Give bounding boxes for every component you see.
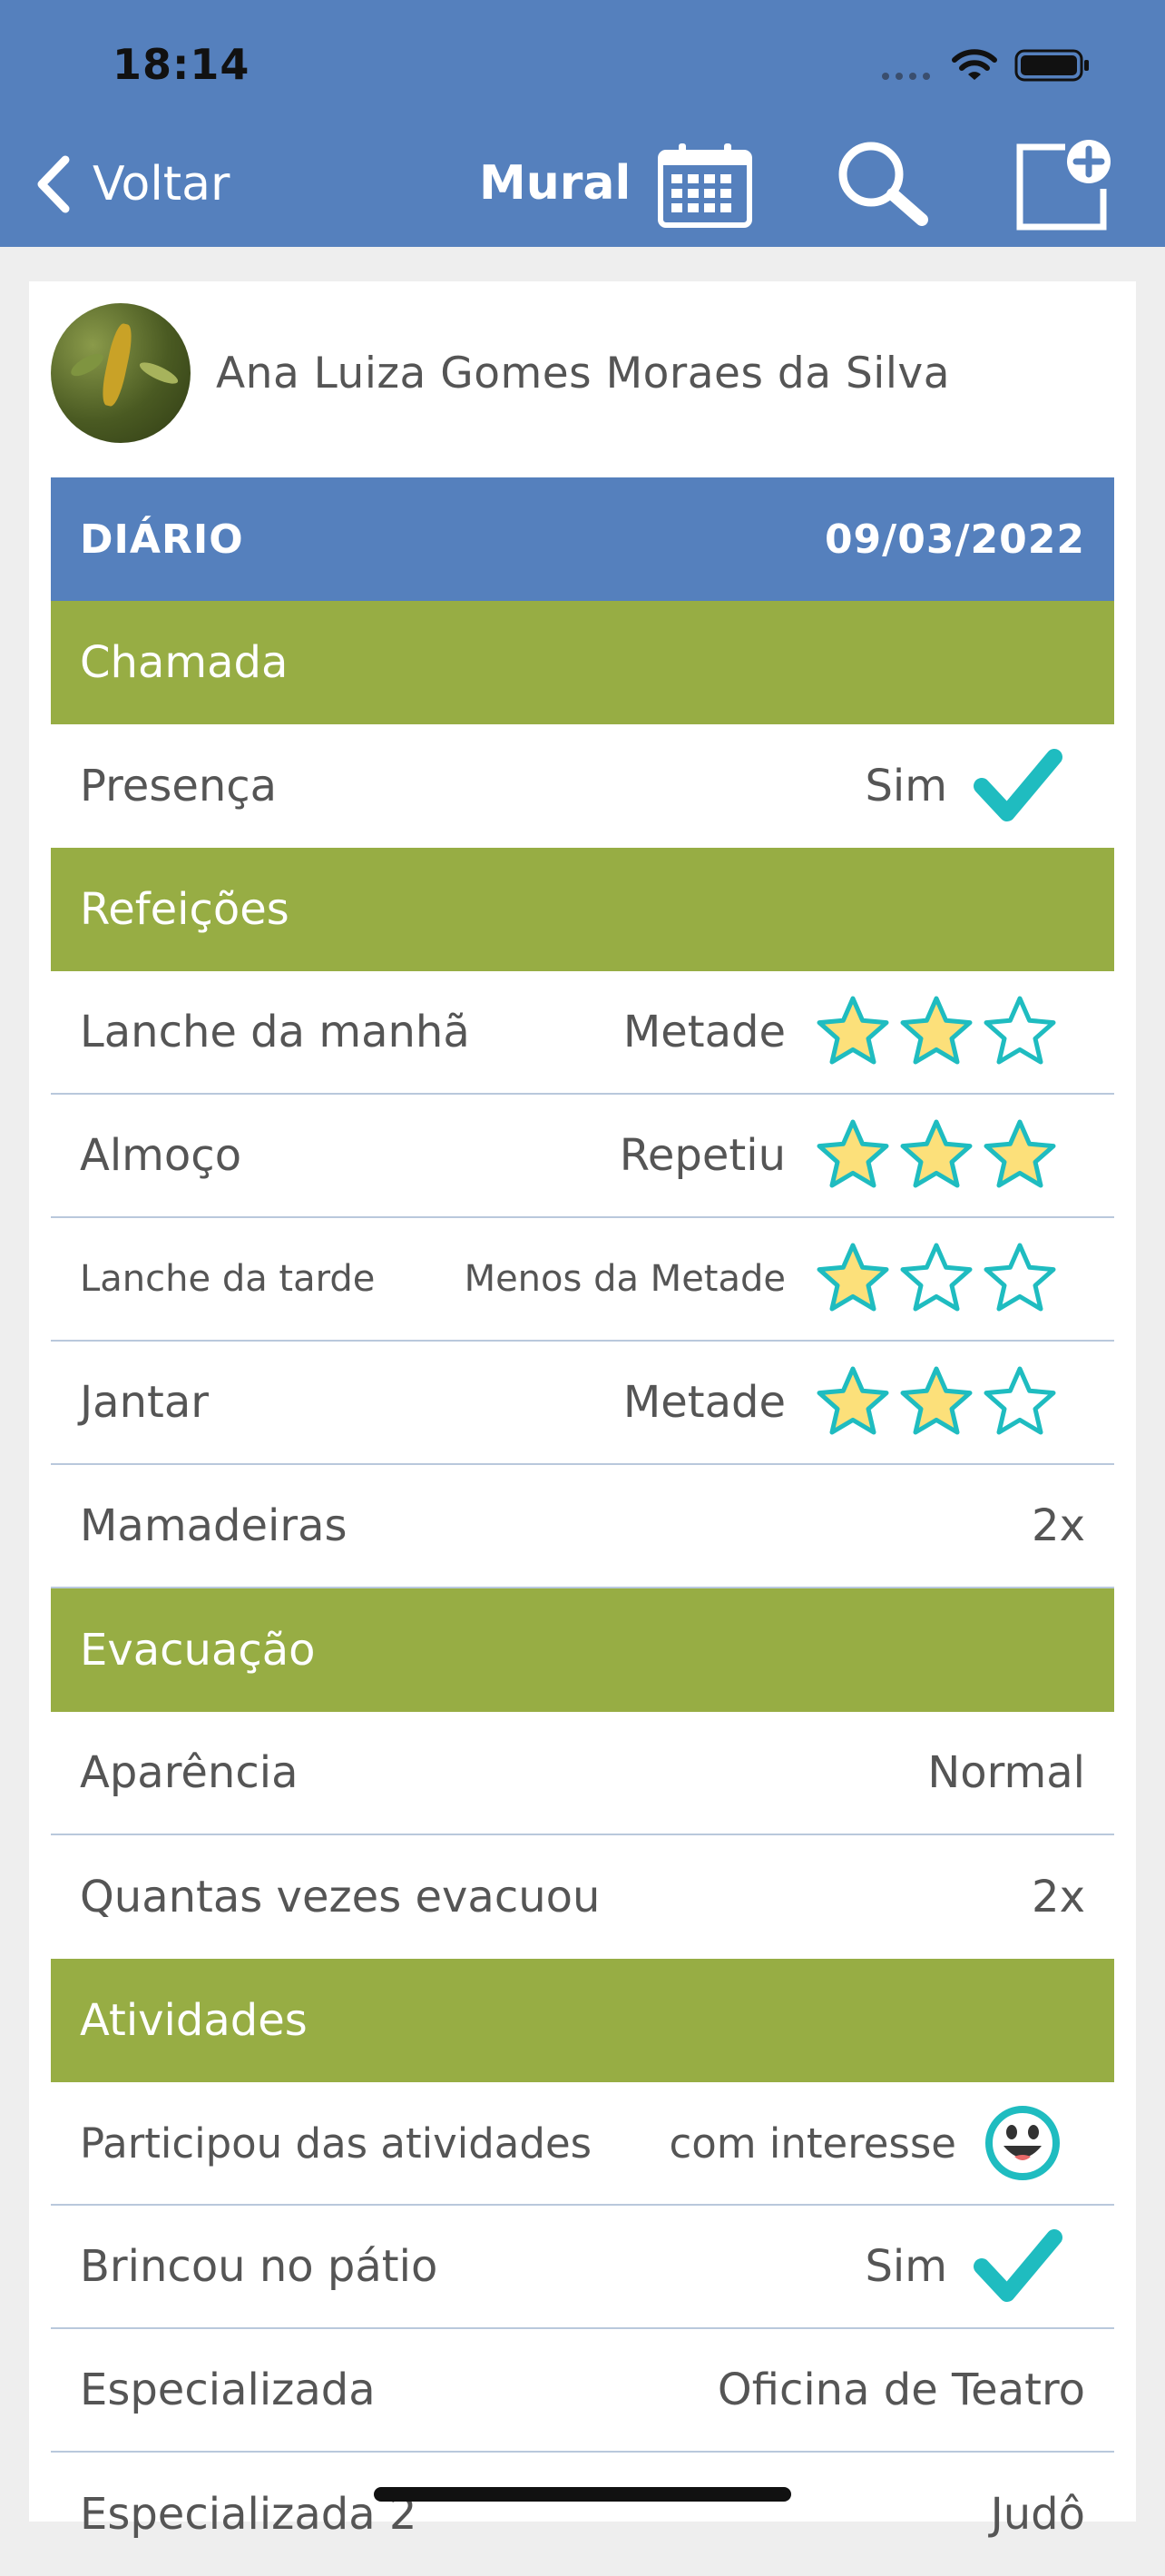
row-value: Sim [865, 2241, 947, 2292]
participation-row: Participou das atividades com interesse [51, 2082, 1114, 2206]
row-label: Lanche da tarde [80, 1258, 376, 1300]
row-value: Metade [622, 1007, 786, 1057]
meal-row: Lanche da tarde Menos da Metade [51, 1218, 1114, 1342]
row-label: Brincou no pátio [80, 2241, 438, 2292]
meal-row: Jantar Metade [51, 1342, 1114, 1465]
row-label: Especializada 2 [80, 2489, 417, 2540]
row-label: Participou das atividades [80, 2119, 592, 2168]
meal-row: Almoço Repetiu [51, 1095, 1114, 1218]
row-value: Metade [622, 1377, 786, 1428]
row-value: Menos da Metade [464, 1258, 786, 1300]
section-evacuacao: Evacuação [51, 1588, 1114, 1712]
section-atividades: Atividades [51, 1959, 1114, 2082]
diary-label: DIÁRIO [80, 516, 244, 563]
row-value: Normal [927, 1747, 1085, 1798]
check-icon [974, 2229, 1062, 2302]
row-value: com interesse [669, 2119, 956, 2168]
evacuation-count-row: Quantas vezes evacuou 2x [51, 1835, 1114, 1959]
back-label: Voltar [93, 157, 230, 211]
back-button[interactable]: Voltar [33, 151, 230, 218]
row-label: Especializada [80, 2365, 376, 2415]
star-empty-icon [984, 1366, 1056, 1435]
author-name: Ana Luiza Gomes Moraes da Silva [216, 348, 951, 398]
row-value: Judô [990, 2489, 1085, 2540]
section-refeicoes: Refeições [51, 848, 1114, 971]
specialized-2-row: Especializada 2 Judô [51, 2453, 1114, 2576]
author-header: Ana Luiza Gomes Moraes da Silva [51, 303, 1114, 443]
star-empty-icon [900, 1243, 973, 1312]
page-title: Mural [479, 156, 631, 211]
section-title: Refeições [80, 884, 289, 935]
star-filled-icon [817, 1119, 889, 1188]
diary-date: 09/03/2022 [824, 516, 1085, 563]
new-post-icon[interactable] [1013, 138, 1114, 232]
section-title: Chamada [80, 637, 289, 688]
star-filled-icon [900, 1366, 973, 1435]
aparencia-row: Aparência Normal [51, 1712, 1114, 1835]
row-label: Mamadeiras [80, 1500, 348, 1551]
star-rating [809, 1240, 1060, 1318]
row-label: Presença [80, 761, 278, 811]
row-label: Aparência [80, 1747, 299, 1798]
row-value: 2x [1032, 1500, 1085, 1551]
row-label: Lanche da manhã [80, 1007, 470, 1057]
signal-icon [882, 73, 930, 80]
row-label: Jantar [80, 1377, 209, 1428]
diary-header: DIÁRIO 09/03/2022 [51, 477, 1114, 601]
home-indicator [374, 2487, 791, 2502]
star-filled-icon [900, 1119, 973, 1188]
chevron-left-icon [37, 155, 70, 213]
star-empty-icon [984, 1243, 1056, 1312]
status-time: 18:14 [113, 40, 250, 89]
row-value: 2x [1032, 1872, 1085, 1922]
playground-row: Brincou no pátio Sim [51, 2206, 1114, 2329]
presence-row: Presença Sim [51, 724, 1114, 848]
avatar [51, 303, 191, 443]
row-value: Sim [865, 761, 947, 811]
diary-table: DIÁRIO 09/03/2022 Chamada Presença Sim R… [51, 477, 1114, 2576]
row-value: Repetiu [619, 1130, 786, 1181]
battery-icon [1014, 49, 1089, 82]
top-bar: 18:14 Voltar Mural [0, 0, 1165, 247]
mamadeiras-row: Mamadeiras 2x [51, 1465, 1114, 1588]
row-value: Oficina de Teatro [717, 2365, 1085, 2415]
smiley-icon [985, 2106, 1060, 2180]
meal-row: Lanche da manhã Metade [51, 971, 1114, 1095]
diary-card: Ana Luiza Gomes Moraes da Silva DIÁRIO 0… [29, 281, 1136, 2540]
search-icon[interactable] [833, 138, 931, 227]
star-rating [809, 1363, 1060, 1441]
calendar-icon[interactable] [657, 142, 753, 229]
section-title: Evacuação [80, 1625, 316, 1676]
star-filled-icon [984, 1119, 1056, 1188]
star-rating [809, 993, 1060, 1071]
section-title: Atividades [80, 1995, 308, 2046]
star-filled-icon [817, 1243, 889, 1312]
star-rating [809, 1116, 1060, 1195]
star-filled-icon [817, 996, 889, 1065]
section-chamada: Chamada [51, 601, 1114, 724]
star-empty-icon [984, 996, 1056, 1065]
specialized-row: Especializada Oficina de Teatro [51, 2329, 1114, 2453]
row-label: Almoço [80, 1130, 242, 1181]
star-filled-icon [817, 1366, 889, 1435]
wifi-icon [952, 49, 997, 80]
check-icon [974, 749, 1062, 821]
star-filled-icon [900, 996, 973, 1065]
row-label: Quantas vezes evacuou [80, 1872, 601, 1922]
